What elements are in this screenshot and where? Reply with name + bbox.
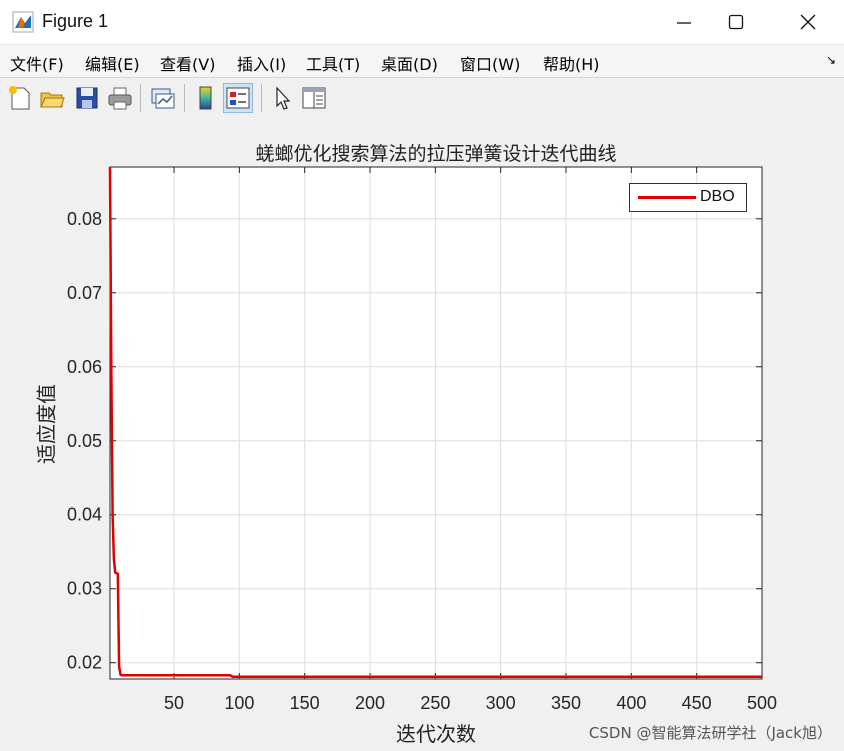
y-tick-label: 0.04 (67, 505, 102, 525)
x-tick-label: 400 (616, 693, 646, 713)
x-tick-label: 500 (747, 693, 777, 713)
x-tick-label: 450 (682, 693, 712, 713)
legend[interactable]: DBO (629, 183, 747, 212)
y-tick-label: 0.06 (67, 357, 102, 377)
plot-area[interactable]: 50 100 150 200 250 300 350 400 450 500 0.02 0.03 0.0… (0, 0, 844, 751)
axes-background (110, 167, 762, 679)
legend-line-swatch (638, 196, 696, 199)
x-tick-label: 50 (164, 693, 184, 713)
x-tick-label: 100 (224, 693, 254, 713)
watermark: CSDN @智能算法研学社（Jack旭） (588, 724, 832, 742)
x-tick-label: 150 (290, 693, 320, 713)
x-axis-label: 迭代次数 (396, 722, 476, 746)
y-tick-label: 0.03 (67, 579, 102, 599)
legend-entry-label: DBO (700, 188, 735, 205)
chart-title: 蜣螂优化搜索算法的拉压弹簧设计迭代曲线 (255, 143, 617, 165)
x-tick-label: 250 (420, 693, 450, 713)
x-tick-label: 300 (486, 693, 516, 713)
x-tick-label: 350 (551, 693, 581, 713)
y-tick-label: 0.02 (67, 653, 102, 673)
x-tick-label: 200 (355, 693, 385, 713)
y-axis-label: 适应度值 (34, 384, 59, 464)
y-tick-label: 0.07 (67, 283, 102, 303)
y-tick-label: 0.05 (67, 431, 102, 451)
y-tick-label: 0.08 (67, 209, 102, 229)
